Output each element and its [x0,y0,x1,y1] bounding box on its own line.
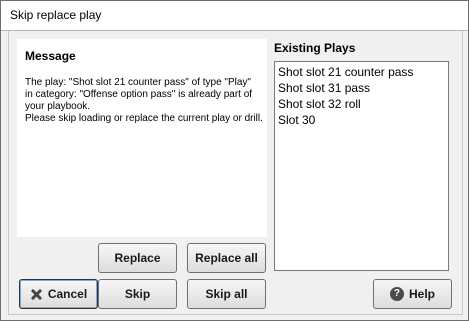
cancel-button[interactable]: Cancel [19,279,98,309]
replace-button[interactable]: Replace [98,243,177,273]
help-button[interactable]: ? Help [373,279,452,309]
title-bar[interactable]: Skip replace play [1,1,468,31]
cancel-button-label: Cancel [47,287,88,301]
replace-all-button[interactable]: Replace all [187,243,266,273]
existing-plays-list[interactable]: Shot slot 21 counter pass Shot slot 31 p… [274,61,449,271]
skip-button[interactable]: Skip [98,279,177,309]
message-heading: Message [25,49,76,63]
existing-plays-heading: Existing Plays [274,41,356,55]
window-title: Skip replace play [10,8,102,22]
replace-button-label: Replace [114,251,161,265]
message-body: The play: "Shot slot 21 counter pass" of… [25,77,269,125]
dialog-content: Message The play: "Shot slot 21 counter … [8,31,463,315]
list-item[interactable]: Shot slot 31 pass [278,80,445,96]
message-line: The play: "Shot slot 21 counter pass" of… [25,77,251,88]
skip-all-button[interactable]: Skip all [187,279,266,309]
message-line: your playbook. [25,101,91,112]
replace-all-button-label: Replace all [195,251,258,265]
help-icon: ? [389,287,404,301]
list-item[interactable]: Shot slot 32 roll [278,96,445,112]
message-panel: Message The play: "Shot slot 21 counter … [17,39,267,237]
message-line: in category: "Offense option pass" is al… [25,89,253,100]
help-button-label: Help [408,287,435,301]
close-icon [30,288,43,301]
skip-all-button-label: Skip all [205,287,248,301]
list-item[interactable]: Shot slot 21 counter pass [278,64,445,80]
skip-button-label: Skip [124,287,151,301]
list-item[interactable]: Slot 30 [278,112,445,128]
message-line: Please skip loading or replace the curre… [25,113,263,124]
dialog-window: Skip replace play Message The play: "Sho… [0,0,469,321]
